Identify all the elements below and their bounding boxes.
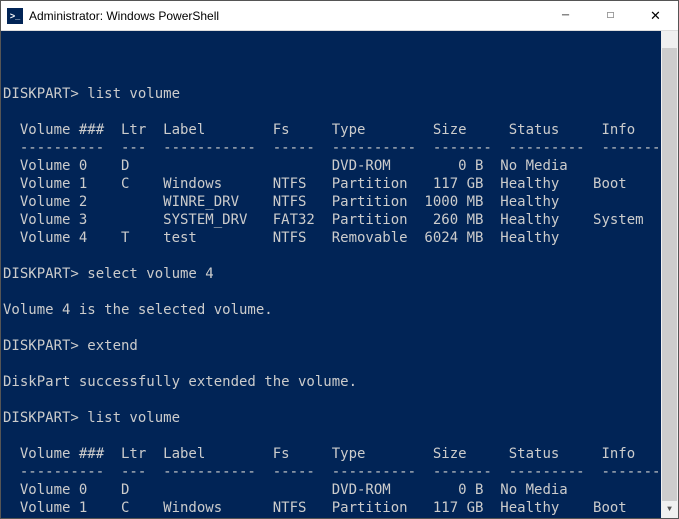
terminal[interactable]: DISKPART> list volume Volume ### Ltr Lab… xyxy=(1,31,678,518)
close-button[interactable]: ✕ xyxy=(633,1,678,30)
titlebar[interactable]: >_ Administrator: Windows PowerShell ─ □… xyxy=(1,1,678,31)
scroll-track[interactable] xyxy=(661,48,678,501)
window-title: Administrator: Windows PowerShell xyxy=(29,9,543,23)
scroll-thumb[interactable] xyxy=(662,48,677,501)
maximize-button[interactable]: □ xyxy=(588,1,633,30)
scrollbar[interactable]: ▲ ▼ xyxy=(661,31,678,518)
terminal-output: DISKPART> list volume Volume ### Ltr Lab… xyxy=(1,67,678,518)
minimize-button[interactable]: ─ xyxy=(543,1,588,30)
powershell-icon: >_ xyxy=(7,8,23,24)
scroll-down-arrow-icon[interactable]: ▼ xyxy=(661,501,678,518)
